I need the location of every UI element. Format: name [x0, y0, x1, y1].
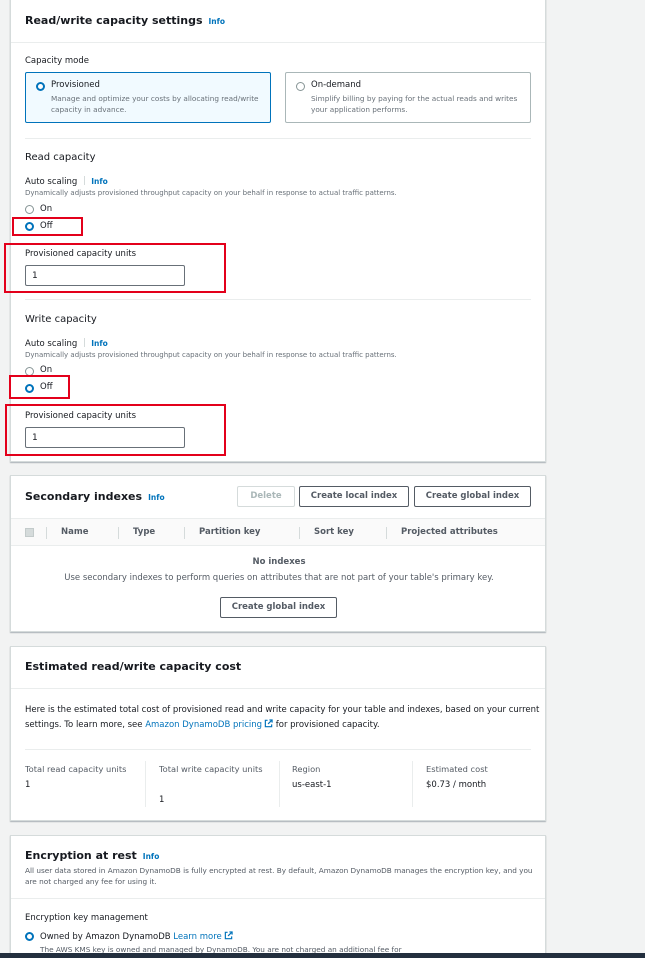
- header-divider: [11, 42, 545, 43]
- encryption-desc-line1: All user data stored in Amazon DynamoDB …: [25, 866, 533, 875]
- column-header-projected-attributes[interactable]: Projected attributes: [401, 527, 498, 537]
- owned-by-dynamodb-radio[interactable]: [25, 932, 34, 941]
- secondary-indexes-info-link[interactable]: Info: [148, 493, 165, 502]
- region-label: Region: [292, 764, 321, 774]
- section-divider: [11, 898, 545, 899]
- on-demand-radio[interactable]: [296, 82, 305, 91]
- column-separator: [299, 527, 300, 539]
- dynamodb-pricing-link[interactable]: Amazon DynamoDB pricing: [145, 720, 262, 730]
- external-link-icon[interactable]: [224, 931, 233, 940]
- read-capacity-title: Read capacity: [25, 152, 96, 163]
- read-auto-scaling-desc: Dynamically adjusts provisioned throughp…: [25, 189, 397, 197]
- column-header-partition-key[interactable]: Partition key: [199, 527, 260, 537]
- estimated-cost-label: Estimated cost: [426, 764, 488, 774]
- write-capacity-title: Write capacity: [25, 314, 97, 325]
- section-divider: [25, 749, 531, 750]
- no-indexes-title: No indexes: [252, 557, 306, 567]
- read-auto-scaling-text: Auto scaling: [25, 177, 78, 187]
- indexes-table-header: Name Type Partition key Sort key Project…: [11, 518, 545, 546]
- on-demand-title: On-demand: [311, 80, 362, 90]
- column-separator: [412, 761, 413, 807]
- label-separator: [84, 176, 86, 185]
- encryption-title: Encryption at rest Info: [25, 849, 159, 862]
- create-local-index-button[interactable]: Create local index: [299, 486, 409, 507]
- provisioned-desc-line1: Manage and optimize your costs by alloca…: [51, 94, 259, 103]
- desc-text-after-link: for provisioned capacity.: [273, 720, 380, 730]
- column-separator: [145, 761, 146, 807]
- secondary-indexes-title-text: Secondary indexes: [25, 490, 143, 503]
- encryption-info-link[interactable]: Info: [143, 852, 160, 861]
- total-write-units-label: Total write capacity units: [159, 764, 263, 774]
- write-on-label[interactable]: On: [40, 365, 52, 375]
- column-separator: [279, 761, 280, 807]
- owned-by-dynamodb-text[interactable]: Owned by Amazon DynamoDB: [40, 932, 171, 942]
- owned-by-dynamodb-label: Owned by Amazon DynamoDB Learn more: [40, 931, 233, 942]
- no-indexes-desc: Use secondary indexes to perform queries…: [64, 573, 494, 583]
- rw-capacity-title-text: Read/write capacity settings: [25, 14, 203, 27]
- estimated-cost-desc-line1: Here is the estimated total cost of prov…: [25, 705, 540, 715]
- column-header-sort-key[interactable]: Sort key: [314, 527, 354, 537]
- on-demand-tile[interactable]: On-demand Simplify billing by paying for…: [285, 72, 531, 123]
- column-separator: [46, 527, 47, 539]
- bottom-bar: [0, 953, 645, 958]
- estimated-cost-desc-line2: settings. To learn more, see Amazon Dyna…: [25, 719, 380, 730]
- column-header-name[interactable]: Name: [61, 527, 88, 537]
- read-on-label[interactable]: On: [40, 204, 52, 214]
- select-all-checkbox[interactable]: [25, 528, 34, 537]
- secondary-indexes-title: Secondary indexes Info: [25, 490, 165, 503]
- encryption-desc-line2: are not charged any fee for using it.: [25, 877, 157, 886]
- read-on-radio[interactable]: [25, 205, 34, 214]
- rw-capacity-info-link[interactable]: Info: [209, 17, 226, 26]
- column-header-type[interactable]: Type: [133, 527, 155, 537]
- read-auto-scaling-label: Auto scaling Info: [25, 176, 108, 187]
- write-auto-scaling-desc: Dynamically adjusts provisioned throughp…: [25, 351, 397, 359]
- on-demand-desc-line2: your application performs.: [311, 105, 408, 114]
- desc-text-before-link: settings. To learn more, see: [25, 720, 146, 730]
- label-separator: [84, 338, 86, 347]
- provisioned-radio[interactable]: [36, 82, 45, 91]
- column-separator: [386, 527, 387, 539]
- create-global-index-button[interactable]: Create global index: [414, 486, 531, 507]
- total-read-units-value: 1: [25, 780, 31, 790]
- column-separator: [184, 527, 185, 539]
- highlight-read-off: [12, 217, 83, 236]
- total-write-units-value: 1: [159, 795, 165, 805]
- highlight-write-off: [9, 375, 70, 399]
- total-read-units-label: Total read capacity units: [25, 764, 127, 774]
- header-divider: [11, 688, 545, 689]
- estimated-cost-panel: Estimated read/write capacity cost Here …: [10, 646, 546, 821]
- section-divider: [25, 299, 531, 300]
- encryption-key-management-label: Encryption key management: [25, 913, 148, 923]
- provisioned-tile[interactable]: Provisioned Manage and optimize your cos…: [25, 72, 271, 123]
- encryption-title-text: Encryption at rest: [25, 849, 137, 862]
- learn-more-link[interactable]: Learn more: [173, 932, 221, 942]
- encryption-panel: Encryption at rest Info All user data sto…: [10, 835, 546, 958]
- empty-create-global-index-button[interactable]: Create global index: [220, 597, 337, 618]
- read-auto-scaling-info-link[interactable]: Info: [91, 177, 108, 186]
- delete-index-button[interactable]: Delete: [237, 486, 295, 507]
- write-auto-scaling-text: Auto scaling: [25, 339, 78, 349]
- highlight-write-units: [5, 404, 226, 456]
- capacity-mode-label: Capacity mode: [25, 56, 89, 66]
- secondary-indexes-panel: Secondary indexes Info Delete Create loca…: [10, 475, 546, 632]
- estimated-cost-value: $0.73 / month: [426, 780, 487, 790]
- write-auto-scaling-info-link[interactable]: Info: [91, 339, 108, 348]
- region-value: us-east-1: [292, 780, 332, 790]
- estimated-cost-title: Estimated read/write capacity cost: [25, 660, 242, 673]
- highlight-read-units: [4, 243, 226, 293]
- column-separator: [118, 527, 119, 539]
- on-demand-desc-line1: Simplify billing by paying for the actua…: [311, 94, 518, 103]
- write-auto-scaling-label: Auto scaling Info: [25, 338, 108, 349]
- provisioned-title: Provisioned: [51, 80, 100, 90]
- external-link-icon[interactable]: [264, 719, 273, 728]
- rw-capacity-panel: Read/write capacity settings Info Capacit…: [10, 0, 546, 462]
- rw-capacity-title: Read/write capacity settings Info: [25, 14, 225, 27]
- provisioned-desc-line2: capacity in advance.: [51, 105, 127, 114]
- section-divider: [25, 138, 531, 139]
